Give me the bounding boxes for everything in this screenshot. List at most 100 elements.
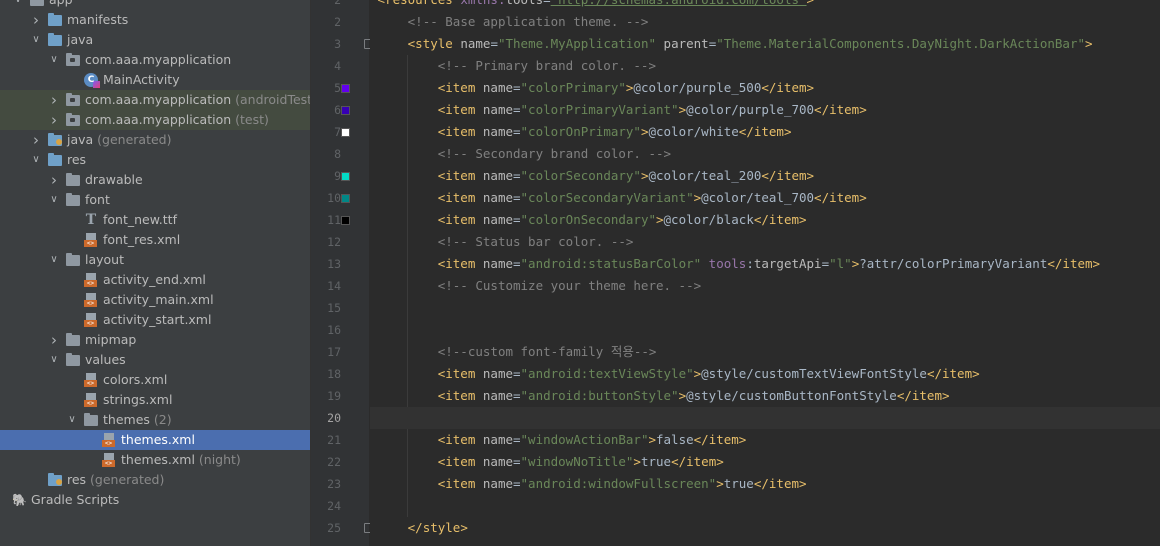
code-token: tools	[505, 0, 543, 7]
code-line[interactable]: <item name="android:statusBarColor" tool…	[370, 253, 1160, 275]
code-line[interactable]	[370, 495, 1160, 517]
line-number: 15	[327, 301, 341, 315]
tree-item[interactable]: › com.aaa.myapplication (androidTest)	[0, 90, 310, 110]
chevron-down-icon[interactable]: ∨	[29, 30, 43, 50]
chevron-right-icon[interactable]: ›	[47, 90, 61, 110]
tree-item[interactable]: › manifests	[0, 10, 310, 30]
tree-item[interactable]: <> font_res.xml	[0, 230, 310, 250]
color-swatch-icon[interactable]	[341, 194, 350, 203]
code-line[interactable]: <item name="windowNoTitle">true</item>	[370, 451, 1160, 473]
code-line[interactable]: <!-- Secondary brand color. -->	[370, 143, 1160, 165]
chevron-down-icon[interactable]: ∨	[47, 250, 61, 270]
code-line[interactable]: <item name="colorPrimaryVariant">@color/…	[370, 99, 1160, 121]
xml-file-icon: <>	[84, 293, 98, 307]
tree-item[interactable]: › com.aaa.myapplication (test)	[0, 110, 310, 130]
code-line[interactable]: <item name="colorSecondary">@color/teal_…	[370, 165, 1160, 187]
chevron-right-icon[interactable]: ›	[47, 170, 61, 190]
tree-item-name: activity_start.xml	[103, 312, 212, 327]
code-token: <style	[407, 36, 461, 51]
tree-item[interactable]: › drawable	[0, 170, 310, 190]
code-line[interactable]: <!-- Status bar color. -->	[370, 231, 1160, 253]
chevron-down-icon[interactable]: ∨	[29, 150, 43, 170]
tree-item[interactable]: ∨ com.aaa.myapplication	[0, 50, 310, 70]
code-line[interactable]: <!-- Customize your theme here. -->	[370, 275, 1160, 297]
code-line[interactable]: <item name="colorPrimary">@color/purple_…	[370, 77, 1160, 99]
source-folder-icon	[48, 13, 62, 27]
chevron-right-icon[interactable]: ›	[47, 330, 61, 350]
tree-item[interactable]: <> colors.xml	[0, 370, 310, 390]
kotlin-class-icon	[84, 73, 100, 88]
tree-item[interactable]: <> themes.xml (night)	[0, 450, 310, 470]
code-line[interactable]	[370, 297, 1160, 319]
code-line[interactable]: </style>	[370, 517, 1160, 539]
code-token: name	[482, 476, 513, 491]
code-token: "Theme.MyApplication"	[497, 36, 657, 51]
tree-item-label: com.aaa.myapplication (androidTest)	[85, 90, 310, 110]
editor-gutter[interactable]: 2 2 3 4 5 6 7 8 9 10 11 12 13 14 15 16 17 18 19 20 21 22 23 24 2…	[311, 0, 397, 546]
code-line[interactable]: <style name="Theme.MyApplication" parent…	[370, 33, 1160, 55]
code-line[interactable]: <item name="colorSecondaryVariant">@colo…	[370, 187, 1160, 209]
chevron-down-icon[interactable]: ∨	[65, 410, 79, 430]
code-line[interactable]: <item name="android:textViewStyle">@styl…	[370, 363, 1160, 385]
tree-item[interactable]: ∨ font	[0, 190, 310, 210]
color-swatch-icon[interactable]	[341, 84, 350, 93]
line-number: 12	[327, 235, 341, 249]
code-line[interactable]: <!-- Base application theme. -->	[370, 11, 1160, 33]
code-line[interactable]	[370, 319, 1160, 341]
color-swatch-icon[interactable]	[341, 128, 350, 137]
tree-item[interactable]: Tfont_new.ttf	[0, 210, 310, 230]
tree-item[interactable]: ∨ res	[0, 150, 310, 170]
code-line[interactable]: <!--custom font-family 적용-->	[370, 341, 1160, 363]
project-tree-panel[interactable]: ∨ app › manifests ∨ java ∨ com.aaa.myapplicatio…	[0, 0, 311, 546]
code-token: name	[482, 124, 513, 139]
chevron-right-icon[interactable]: ›	[47, 110, 61, 130]
tree-item[interactable]: <> activity_end.xml	[0, 270, 310, 290]
code-line[interactable]: <item name="android:buttonStyle">@style/…	[370, 385, 1160, 407]
tree-item[interactable]: res (generated)	[0, 470, 310, 490]
code-editor[interactable]: <resources xmlns:tools="http://schemas.a…	[370, 0, 1160, 546]
tree-item[interactable]: <> themes.xml	[0, 430, 310, 450]
tree-item[interactable]: MainActivity	[0, 70, 310, 90]
tree-item[interactable]: ∨ app	[0, 0, 310, 10]
tree-item[interactable]: › mipmap	[0, 330, 310, 350]
tree-item[interactable]: ∨ layout	[0, 250, 310, 270]
folder-icon	[84, 413, 98, 427]
chevron-down-icon[interactable]: ∨	[11, 0, 25, 10]
tree-item[interactable]: ∨ themes (2)	[0, 410, 310, 430]
line-number: 4	[334, 59, 341, 73]
code-token: "android:textViewStyle"	[520, 366, 694, 381]
tree-item[interactable]: › 🐘 Gradle Scripts	[0, 490, 310, 510]
tree-item[interactable]: › java (generated)	[0, 130, 310, 150]
tree-item-suffix: (generated)	[86, 472, 165, 487]
folder-icon	[66, 173, 80, 187]
color-swatch-icon[interactable]	[341, 216, 350, 225]
code-line[interactable]: <resources xmlns:tools="http://schemas.a…	[370, 0, 1160, 11]
chevron-right-icon[interactable]: ›	[29, 130, 43, 150]
tree-item[interactable]: ∨ values	[0, 350, 310, 370]
color-swatch-icon[interactable]	[341, 106, 350, 115]
tree-item[interactable]: <> strings.xml	[0, 390, 310, 410]
code-line[interactable]: <item name="colorOnPrimary">@color/white…	[370, 121, 1160, 143]
chevron-down-icon[interactable]: ∨	[47, 190, 61, 210]
tree-item[interactable]: <> activity_main.xml	[0, 290, 310, 310]
tree-item-label: com.aaa.myapplication (test)	[85, 110, 269, 130]
code-token: :	[746, 256, 754, 271]
tree-item[interactable]: ∨ java	[0, 30, 310, 50]
line-number: 14	[327, 279, 341, 293]
code-line[interactable]: <item name="android:windowFullscreen">tr…	[370, 473, 1160, 495]
code-line[interactable]: <item name="colorOnSecondary">@color/bla…	[370, 209, 1160, 231]
code-line[interactable]	[370, 407, 1160, 429]
code-line[interactable]: <item name="windowActionBar">false</item…	[370, 429, 1160, 451]
tree-item[interactable]: <> activity_start.xml	[0, 310, 310, 330]
code-token: =	[513, 476, 521, 491]
color-swatch-icon[interactable]	[341, 172, 350, 181]
chevron-down-icon[interactable]: ∨	[47, 350, 61, 370]
code-token: "colorPrimary"	[520, 80, 626, 95]
chevron-right-icon[interactable]: ›	[29, 10, 43, 30]
chevron-down-icon[interactable]: ∨	[47, 50, 61, 70]
code-line[interactable]: <!-- Primary brand color. -->	[370, 55, 1160, 77]
